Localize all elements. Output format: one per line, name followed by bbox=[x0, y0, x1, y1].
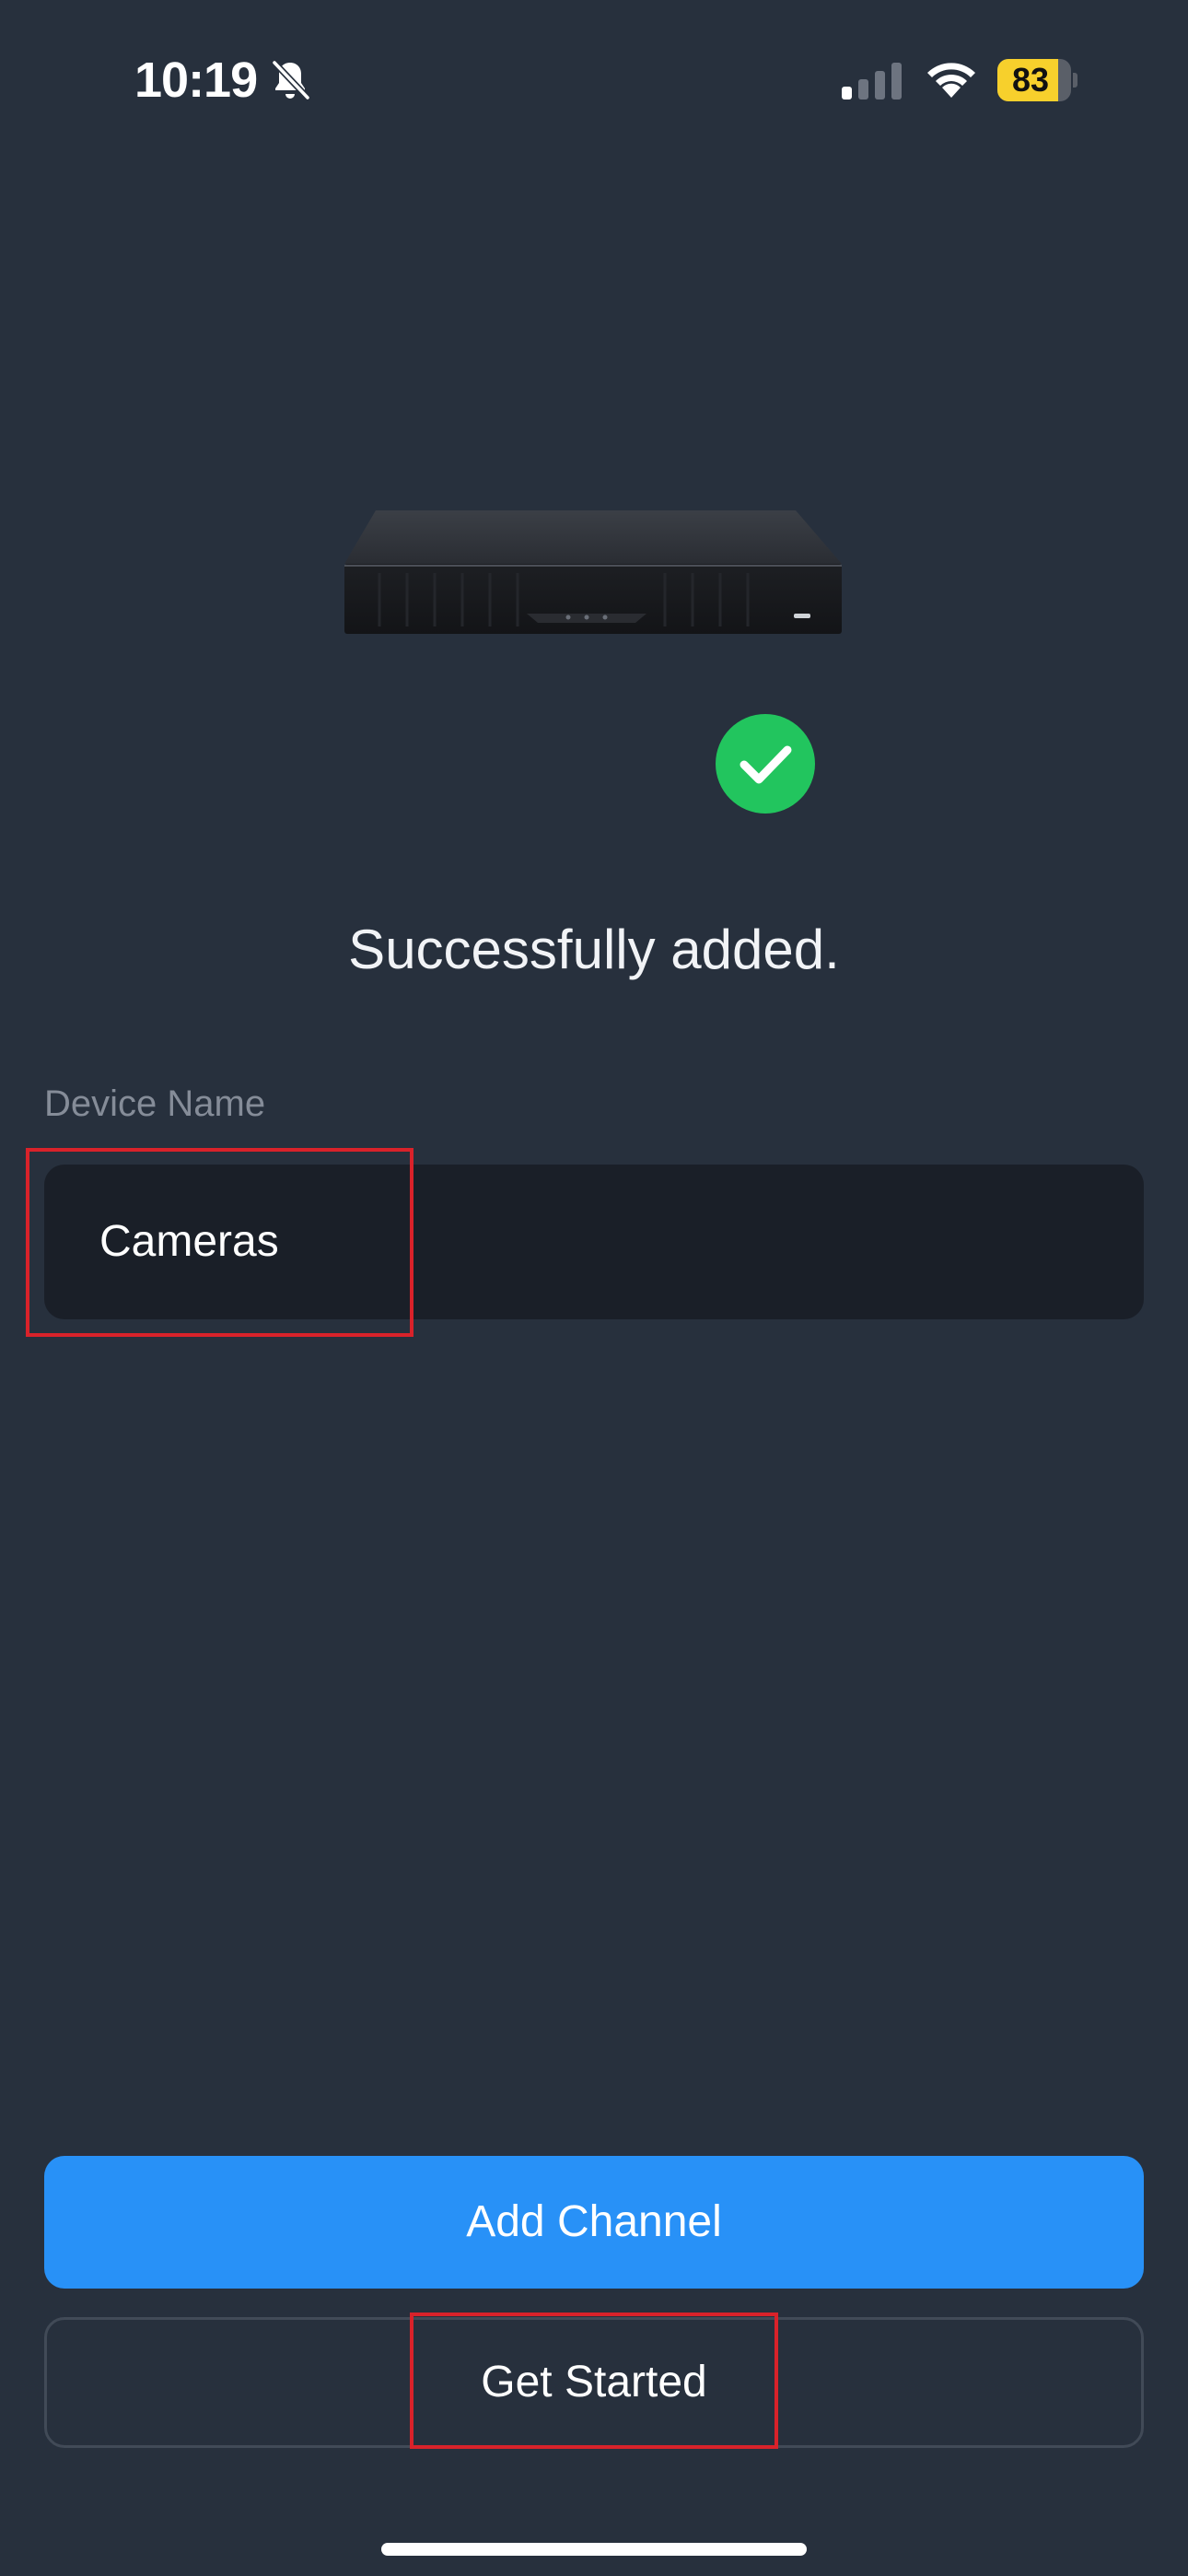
battery-percentage: 83 bbox=[1011, 61, 1050, 99]
battery-icon: 83 bbox=[997, 59, 1077, 101]
status-time: 10:19 bbox=[134, 53, 258, 108]
success-message: Successfully added. bbox=[348, 919, 840, 980]
device-name-label: Device Name bbox=[44, 1083, 266, 1124]
home-indicator[interactable] bbox=[381, 2543, 807, 2556]
highlight-box-device-name bbox=[26, 1148, 413, 1337]
status-bar: 10:19 83 bbox=[0, 0, 1188, 157]
bell-slash-icon bbox=[272, 60, 310, 100]
cellular-signal-icon bbox=[842, 63, 902, 100]
check-circle-icon bbox=[716, 714, 815, 814]
highlight-box-get-started bbox=[410, 2313, 778, 2449]
nvr-recorder-illustration bbox=[344, 510, 842, 634]
battery-body: 83 bbox=[997, 59, 1071, 101]
add-channel-button[interactable]: Add Channel bbox=[44, 2156, 1144, 2289]
wifi-icon bbox=[927, 63, 975, 98]
battery-cap bbox=[1073, 73, 1077, 88]
